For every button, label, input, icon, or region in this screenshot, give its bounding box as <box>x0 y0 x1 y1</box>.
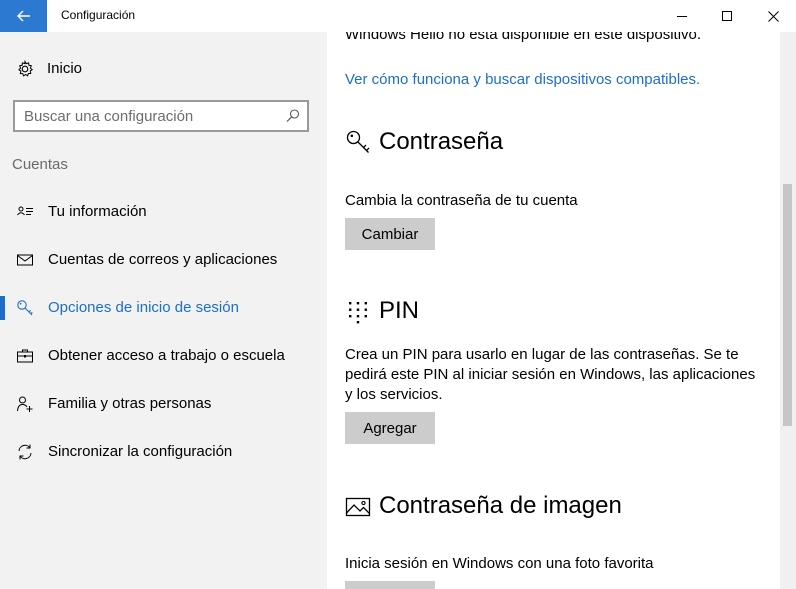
sidebar-item-tu-informacion[interactable]: Tu información <box>0 192 327 232</box>
picture-password-description: Inicia sesión en Windows con una foto fa… <box>345 555 654 572</box>
search-icon[interactable] <box>285 108 301 124</box>
windows-hello-link[interactable]: Ver cómo funciona y buscar dispositivos … <box>345 71 700 88</box>
pin-section-title: PIN <box>379 297 420 324</box>
close-button[interactable] <box>750 0 796 32</box>
close-icon <box>767 10 779 22</box>
picture-password-section-title: Contraseña de imagen <box>379 492 622 519</box>
gear-icon <box>18 60 34 77</box>
back-arrow-icon <box>16 10 30 22</box>
password-section-title: Contraseña <box>379 128 504 155</box>
picture-password-button-partial[interactable] <box>345 581 435 589</box>
window-title: Configuración <box>61 8 136 22</box>
active-indicator <box>0 296 5 320</box>
key-icon <box>17 300 33 316</box>
search-box[interactable] <box>13 100 309 132</box>
sidebar-item-cuentas-correo[interactable]: Cuentas de correos y aplicaciones <box>0 240 327 280</box>
sidebar: Inicio Cuentas Tu información Cuentas de… <box>0 32 327 589</box>
title-bar: Configuración <box>0 0 796 32</box>
sidebar-item-label: Cuentas de correos y aplicaciones <box>48 251 278 268</box>
person-add-icon <box>17 396 33 412</box>
change-password-button[interactable]: Cambiar <box>345 218 435 250</box>
back-button[interactable] <box>0 0 47 32</box>
person-card-icon <box>17 206 33 216</box>
sidebar-item-opciones-inicio-sesion[interactable]: Opciones de inicio de sesión <box>0 288 327 328</box>
sidebar-item-label: Tu información <box>48 203 147 220</box>
sidebar-item-sincronizar[interactable]: Sincronizar la configuración <box>0 432 327 472</box>
password-description: Cambia la contraseña de tu cuenta <box>345 192 578 209</box>
minimize-button[interactable] <box>659 0 705 32</box>
sidebar-item-acceso-trabajo[interactable]: Obtener acceso a trabajo o escuela <box>0 336 327 376</box>
scrollbar-thumb[interactable] <box>783 184 792 426</box>
pin-keypad-icon <box>349 302 367 324</box>
sidebar-home-label: Inicio <box>47 60 83 77</box>
sidebar-item-label: Sincronizar la configuración <box>48 443 233 460</box>
briefcase-icon <box>17 349 33 363</box>
section-label-cuentas: Cuentas <box>12 156 68 173</box>
main-content: Windows Hello no está disponible en este… <box>327 32 780 589</box>
maximize-button[interactable] <box>704 0 750 32</box>
sync-icon <box>18 444 32 460</box>
sidebar-item-familia[interactable]: Familia y otras personas <box>0 384 327 424</box>
sidebar-item-label: Opciones de inicio de sesión <box>48 299 239 316</box>
image-icon <box>345 497 371 517</box>
sidebar-home[interactable]: Inicio <box>0 54 327 84</box>
add-pin-button[interactable]: Agregar <box>345 412 435 444</box>
key-icon <box>346 130 370 153</box>
pin-description: Crea un PIN para usarlo en lugar de las … <box>345 346 756 403</box>
sidebar-item-label: Familia y otras personas <box>48 395 212 412</box>
windows-hello-status: Windows Hello no está disponible en este… <box>345 32 702 43</box>
maximize-icon <box>722 11 732 21</box>
mail-icon <box>17 254 33 266</box>
search-input[interactable] <box>24 106 274 126</box>
minimize-icon <box>677 16 687 17</box>
sidebar-item-label: Obtener acceso a trabajo o escuela <box>48 347 285 364</box>
